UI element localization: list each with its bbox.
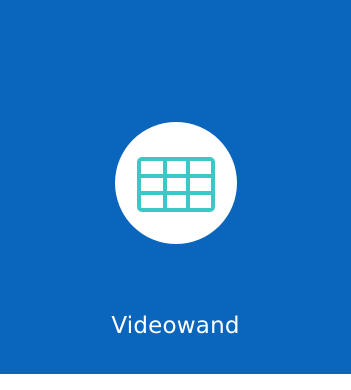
icon-circle [115, 122, 237, 244]
videowall-grid-icon [137, 157, 215, 212]
videowall-tile[interactable]: Videowand [0, 0, 351, 374]
tile-label: Videowand [111, 313, 240, 339]
